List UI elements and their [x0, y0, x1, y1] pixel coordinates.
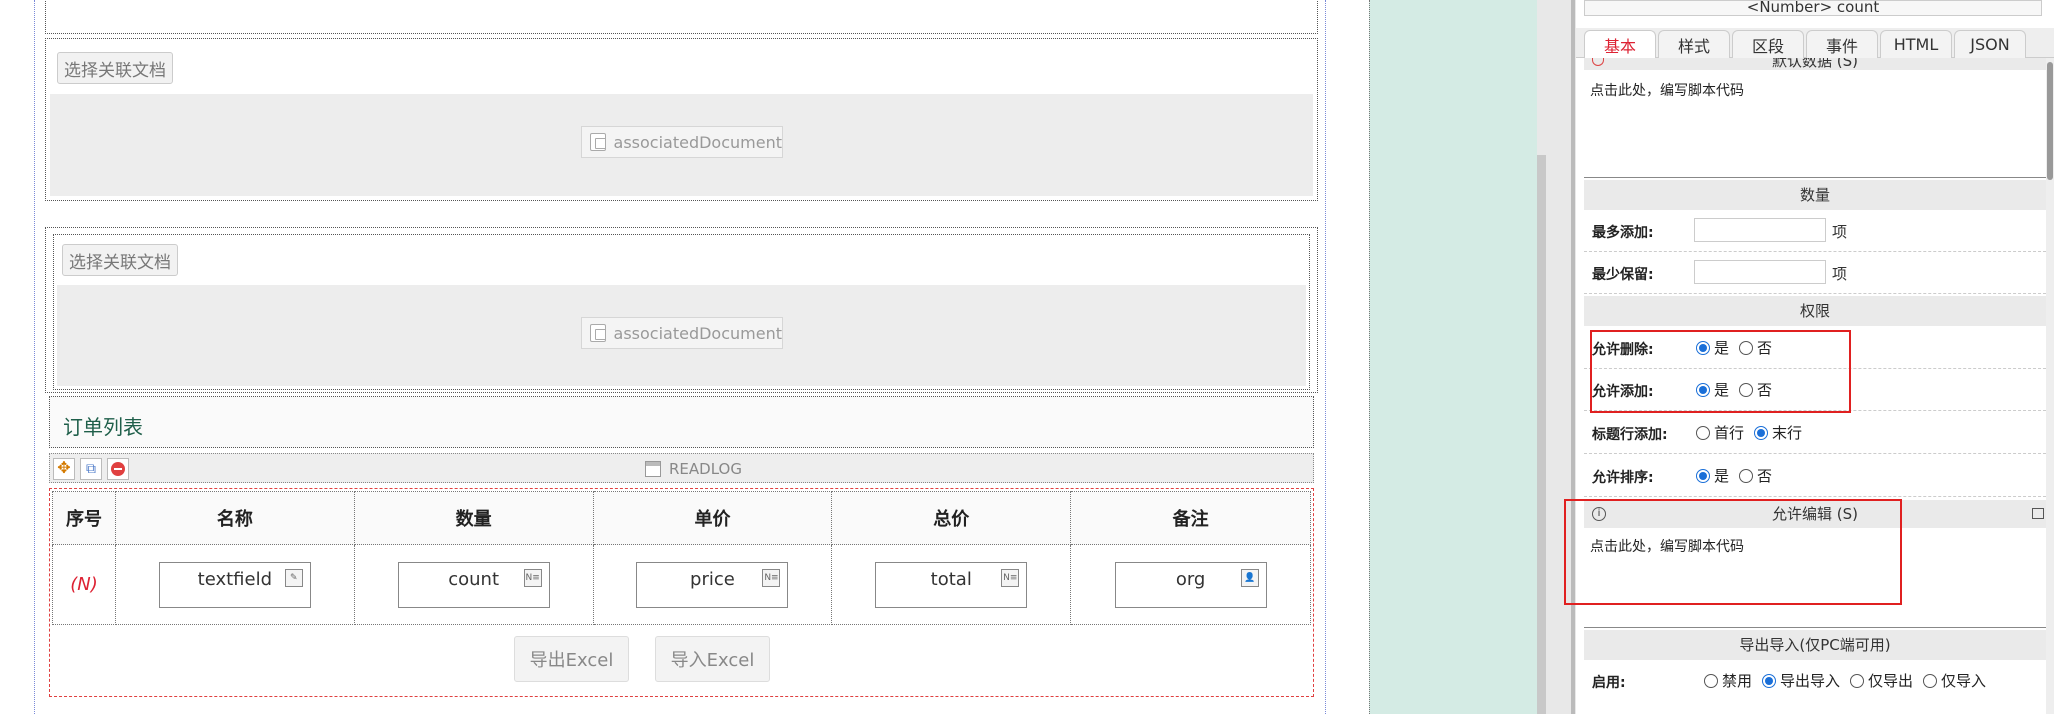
col-header-name: 名称	[114, 491, 355, 545]
associated-document-field[interactable]: associatedDocument	[581, 317, 783, 349]
assoc-chip-label: associatedDocument	[613, 132, 782, 152]
allow-sort-no[interactable]: 否	[1739, 467, 1772, 485]
col-header-total: 总价	[831, 491, 1072, 545]
col-header-quantity: 数量	[353, 491, 594, 545]
canvas-scrollbar-thumb[interactable]	[1537, 155, 1546, 714]
enable-export-import[interactable]: 导出导入	[1762, 672, 1840, 690]
delete-icon[interactable]	[107, 458, 129, 480]
panel-scrollbar-thumb[interactable]	[2047, 62, 2053, 180]
copy-icon[interactable]: ⧉	[80, 458, 102, 480]
section-title-box	[49, 396, 1314, 448]
number-field-icon: N≡	[1001, 568, 1020, 587]
property-panel: <Number> count 基本 样式 区段 事件 HTML JSON 默认数…	[1564, 0, 2054, 714]
max-add-row: 最多添加: 项	[1584, 210, 2046, 252]
title-add-last[interactable]: 末行	[1754, 424, 1802, 442]
col-header-unit-price: 单价	[592, 491, 833, 545]
canvas-background	[1369, 0, 1537, 714]
table-row: (N) textfield ✎ count N≡ price N≡ total N≡ o…	[52, 544, 1311, 625]
col-header-remark: 备注	[1070, 491, 1311, 545]
form-block-top	[45, 0, 1318, 34]
col-header-index: 序号	[52, 491, 116, 545]
document-icon	[590, 324, 606, 342]
min-keep-row: 最少保留: 项	[1584, 252, 2046, 294]
tab-basic[interactable]: 基本	[1584, 30, 1656, 58]
export-excel-button[interactable]: 导出Excel	[514, 636, 629, 682]
section-title: 订单列表	[63, 415, 143, 439]
associated-document-field[interactable]: associatedDocument	[581, 126, 783, 158]
default-data-script[interactable]: 点击此处，编写脚本代码	[1584, 74, 2046, 178]
permissions-head: 权限	[1584, 296, 2046, 326]
readlog-label: READLOG	[645, 460, 742, 478]
tab-json[interactable]: JSON	[1954, 30, 2026, 58]
tab-html[interactable]: HTML	[1880, 30, 1952, 58]
edit-icon: ✎	[284, 568, 303, 587]
number-field-icon: N≡	[523, 568, 542, 587]
export-import-head: 导出导入(仅PC端可用)	[1584, 630, 2046, 660]
document-icon	[590, 133, 606, 151]
select-associated-doc-button[interactable]: 选择关联文档	[62, 244, 178, 276]
textfield-cell[interactable]: textfield ✎	[158, 561, 311, 608]
title-add-row: 标题行添加: 首行 末行	[1584, 412, 2046, 454]
title-add-first[interactable]: 首行	[1696, 424, 1744, 442]
table-header-row: 序号 名称 数量 单价 总价 备注	[52, 491, 1311, 545]
quantity-head: 数量	[1584, 180, 2046, 210]
datatable-icon	[645, 461, 661, 477]
highlight-box-permissions	[1590, 330, 1851, 413]
total-cell[interactable]: total N≡	[875, 561, 1028, 608]
datatable: 序号 名称 数量 单价 总价 备注 (N) textfield ✎ count N≡…	[52, 491, 1311, 625]
default-data-head: 默认数据 (S)	[1584, 58, 2046, 70]
tab-section[interactable]: 区段	[1732, 30, 1804, 58]
org-cell[interactable]: org 👤	[1114, 561, 1267, 608]
select-associated-doc-button[interactable]: 选择关联文档	[57, 52, 173, 84]
number-field-icon: N≡	[762, 568, 781, 587]
enable-disabled[interactable]: 禁用	[1704, 672, 1752, 690]
assoc-chip-label: associatedDocument	[613, 323, 782, 343]
expand-icon[interactable]	[2032, 508, 2044, 519]
price-cell[interactable]: price N≡	[636, 561, 789, 608]
min-keep-input[interactable]	[1694, 260, 1826, 284]
tab-style[interactable]: 样式	[1658, 30, 1730, 58]
enable-export-only[interactable]: 仅导出	[1850, 672, 1913, 690]
field-type-display: <Number> count	[1584, 0, 2042, 16]
enable-row: 启用: 禁用 导出导入 仅导出 仅导入	[1592, 672, 1987, 691]
count-cell[interactable]: count N≡	[397, 561, 550, 608]
user-icon: 👤	[1240, 568, 1259, 587]
panel-tabs: 基本 样式 区段 事件 HTML JSON	[1576, 28, 2054, 58]
import-excel-button[interactable]: 导入Excel	[655, 636, 770, 682]
allow-sort-yes[interactable]: 是	[1696, 467, 1729, 485]
tab-events[interactable]: 事件	[1806, 30, 1878, 58]
row-index: (N)	[52, 544, 116, 625]
max-add-input[interactable]	[1694, 218, 1826, 242]
highlight-box-allow-edit	[1564, 499, 1902, 605]
enable-import-only[interactable]: 仅导入	[1923, 672, 1986, 690]
move-icon[interactable]: ✥	[53, 458, 75, 480]
allow-sort-row: 允许排序: 是否	[1584, 455, 2046, 497]
panel-divider	[1571, 0, 1575, 714]
